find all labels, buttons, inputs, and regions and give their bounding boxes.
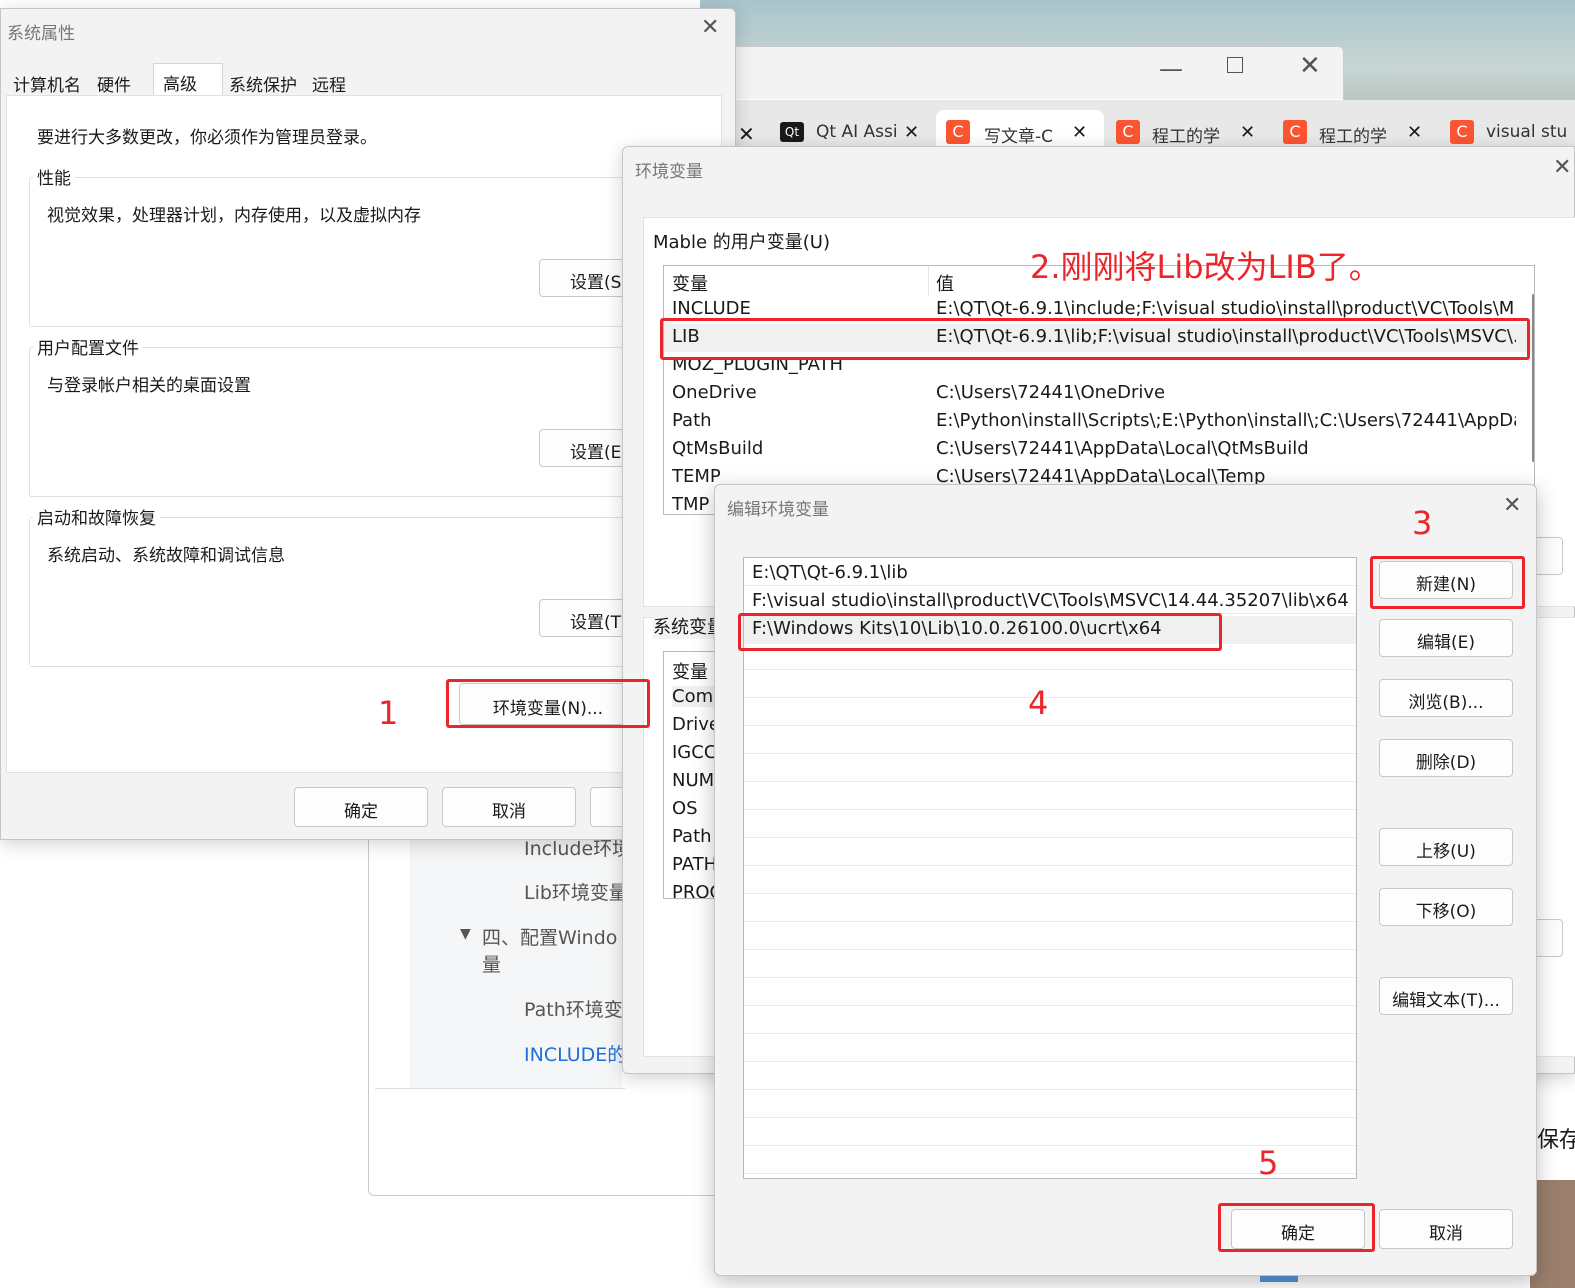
column-header-variable[interactable]: 变量 (664, 266, 929, 296)
table-row[interactable]: OS (672, 798, 698, 819)
user-variables-list[interactable]: 变量 值 INCLUDE E:\QT\Qt-6.9.1\include;F:\v… (663, 265, 1535, 515)
chevron-down-icon[interactable]: ▼ (460, 926, 471, 942)
browser-tab[interactable]: C visual stu (1442, 112, 1575, 148)
annotation-step-3: 3 (1412, 504, 1433, 542)
table-row[interactable]: Path E:\Python\install\Scripts\;E:\Pytho… (664, 408, 1534, 436)
close-icon[interactable]: ✕ (1299, 51, 1321, 81)
csdn-icon: C (1450, 120, 1474, 144)
scrollbar-thumb[interactable] (1532, 294, 1534, 462)
startup-label: 启动和故障恢复 (33, 504, 160, 529)
close-icon[interactable]: ✕ (701, 15, 719, 40)
tab-computer-name[interactable]: 计算机名 (13, 71, 81, 96)
csdn-icon: C (946, 120, 970, 144)
tab-close-icon[interactable]: ✕ (738, 122, 755, 146)
browser-tab[interactable]: C 程工的学 ✕ (1275, 112, 1437, 148)
dialog-title: 环境变量 (635, 162, 703, 182)
tab-hardware[interactable]: 硬件 (97, 71, 131, 96)
tab-label: visual stu (1486, 122, 1568, 142)
taskbar-indicator (1260, 1276, 1298, 1282)
startup-desc: 系统启动、系统故障和调试信息 (47, 546, 285, 566)
annotation-step-5: 5 (1258, 1144, 1279, 1182)
tab-label: 程工的学 (1152, 127, 1220, 147)
edit-button[interactable]: 编辑(E) (1379, 619, 1513, 657)
move-up-button[interactable]: 上移(U) (1379, 828, 1513, 866)
delete-button[interactable]: 删除(D) (1379, 739, 1513, 777)
system-variables-label: 系统变量 (653, 613, 721, 639)
performance-desc: 视觉效果，处理器计划，内存使用，以及虚拟内存 (47, 206, 421, 226)
toc-item[interactable]: Path环境变 (524, 995, 622, 1022)
browser-tab-active[interactable]: C 写文章-C ✕ (936, 110, 1104, 148)
browser-tab[interactable]: Qt Qt AI Assi ✕ (772, 112, 932, 148)
tab-advanced[interactable]: 高级 (153, 63, 223, 99)
dialog-title: 编辑环境变量 (727, 500, 829, 520)
tab-label: 写文章-C (984, 127, 1054, 147)
cancel-button[interactable]: 取消 (442, 787, 576, 827)
toc-link[interactable]: INCLUDE的 (524, 1040, 622, 1067)
table-row[interactable]: NUM (672, 770, 714, 791)
ok-button[interactable]: 确定 (294, 787, 428, 827)
qt-icon: Qt (780, 122, 804, 142)
column-header-variable[interactable]: 变量 (672, 658, 708, 684)
cancel-button[interactable]: 取消 (1379, 1209, 1513, 1249)
user-variables-label: Mable 的用户变量(U) (653, 232, 831, 253)
browser-tab[interactable]: C 程工的学 ✕ (1108, 112, 1270, 148)
tab-label: Qt AI Assi (816, 122, 896, 142)
list-item[interactable]: E:\QT\Qt-6.9.1\lib (744, 560, 1356, 588)
tab-label: 程工的学 (1319, 127, 1387, 147)
edit-text-button[interactable]: 编辑文本(T)... (1379, 977, 1513, 1015)
table-row[interactable]: Path (672, 826, 712, 847)
tab-close-icon[interactable]: ✕ (1240, 122, 1255, 143)
toc-item[interactable]: Lib环境变量 (524, 878, 622, 905)
user-profiles-desc: 与登录帐户相关的桌面设置 (47, 376, 251, 396)
tab-system-protection[interactable]: 系统保护 (229, 71, 297, 96)
tab-remote[interactable]: 远程 (312, 71, 346, 96)
browser-footer-line (375, 1088, 625, 1089)
move-down-button[interactable]: 下移(O) (1379, 888, 1513, 926)
table-row[interactable]: PATH (672, 854, 717, 875)
toc-item[interactable]: 四、配置Windo (482, 923, 622, 950)
annotation-box-lib-row (660, 318, 1530, 360)
performance-label: 性能 (33, 164, 75, 189)
table-row[interactable]: QtMsBuild C:\Users\72441\AppData\Local\Q… (664, 436, 1534, 464)
annotation-step-2: 2.刚刚将Lib改为LIB了。 (1030, 248, 1381, 286)
close-icon[interactable]: ✕ (1503, 493, 1521, 518)
admin-note: 要进行大多数更改，你必须作为管理员登录。 (37, 128, 377, 148)
annotation-step-1: 1 (378, 694, 399, 732)
table-row[interactable]: IGCC (672, 742, 716, 763)
table-row[interactable]: Drive (672, 714, 720, 735)
user-profiles-label: 用户配置文件 (33, 334, 143, 359)
annotation-step-4: 4 (1028, 684, 1049, 722)
annotation-box-new-entry (738, 613, 1222, 651)
close-icon[interactable]: ✕ (1553, 155, 1571, 180)
tab-close-icon[interactable]: ✕ (1407, 122, 1422, 143)
annotation-box-new-button (1370, 556, 1525, 609)
table-row[interactable]: OneDrive C:\Users\72441\OneDrive (664, 380, 1534, 408)
browse-button[interactable]: 浏览(B)... (1379, 679, 1513, 717)
annotation-box-ok-button (1218, 1203, 1375, 1252)
toc-item: 量 (482, 954, 502, 976)
tab-close-icon[interactable]: ✕ (904, 122, 919, 143)
minimize-icon[interactable]: — (1159, 55, 1183, 83)
csdn-icon: C (1283, 120, 1307, 144)
dialog-title: 系统属性 (7, 24, 75, 44)
list-item[interactable]: F:\visual studio\install\product\VC\Tool… (744, 588, 1356, 616)
annotation-box-env-button (446, 679, 650, 728)
maximize-icon[interactable] (1227, 57, 1243, 73)
save-button-partial[interactable]: 保存 (1537, 1122, 1575, 1154)
csdn-icon: C (1116, 120, 1140, 144)
tab-close-icon[interactable]: ✕ (1072, 122, 1087, 143)
